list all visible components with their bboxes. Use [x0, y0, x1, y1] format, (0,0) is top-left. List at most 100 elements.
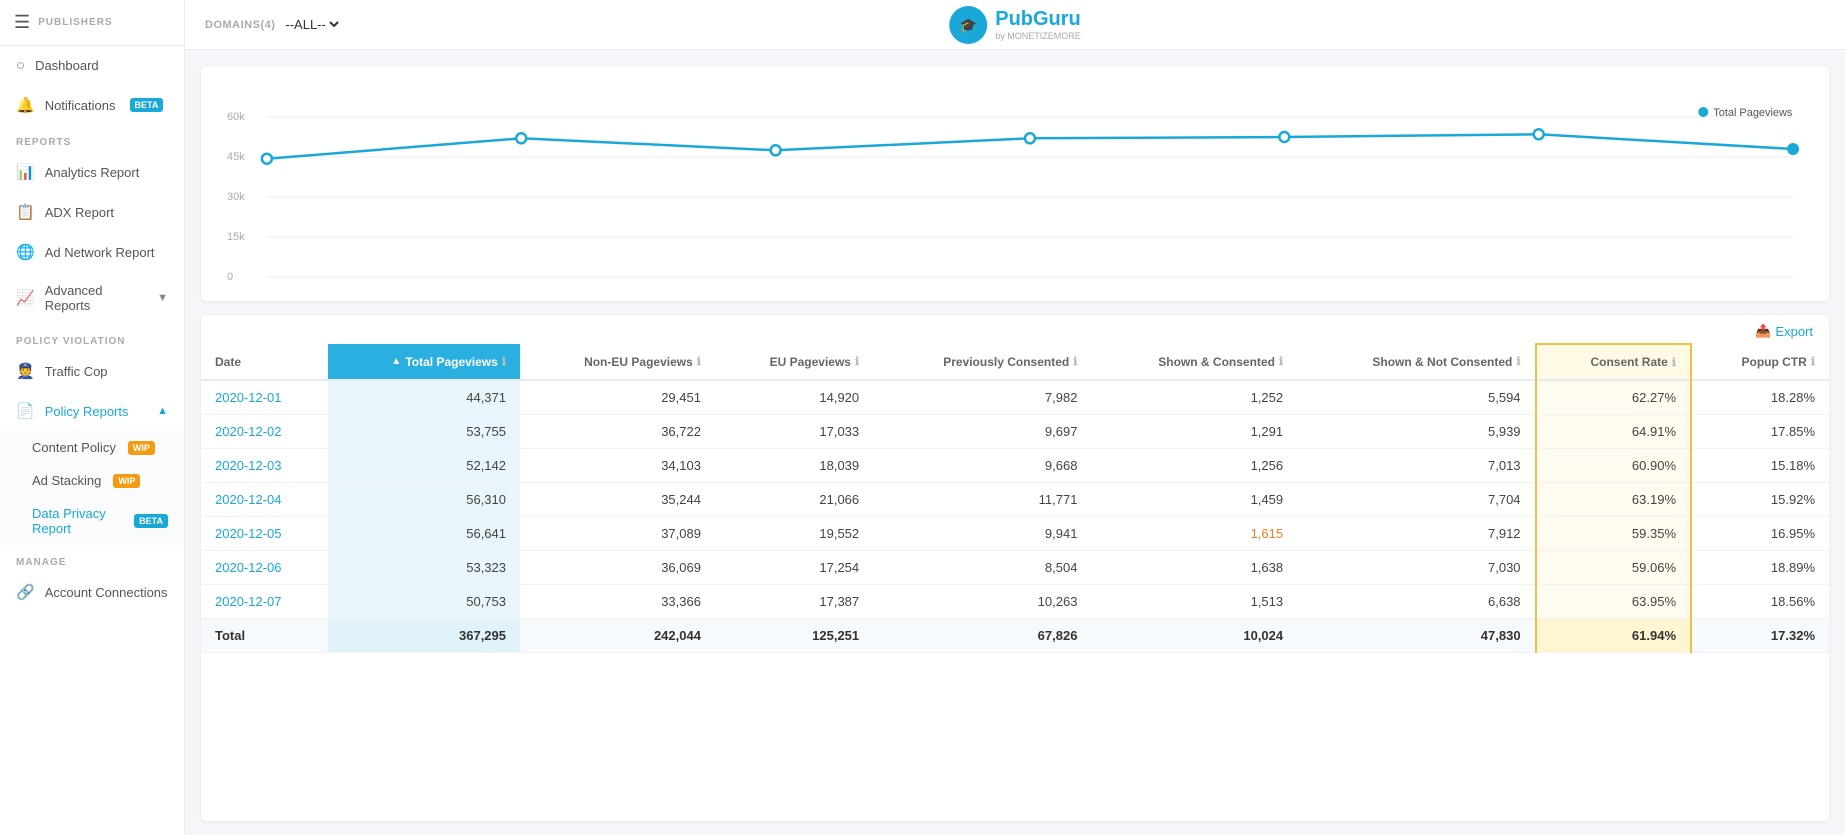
cell-total-eu: 125,251 — [715, 619, 873, 653]
cell-prev-consented: 10,263 — [873, 585, 1091, 619]
chevron-up-icon: ▲ — [157, 405, 168, 417]
sidebar-header: ☰ PUBLISHERS — [0, 0, 184, 46]
pageviews-chart: 0 15k 30k 45k 60k — [217, 82, 1813, 282]
col-prev-consented: Previously Consented ℹ — [873, 344, 1091, 380]
cell-shown-not-consented: 7,704 — [1297, 483, 1535, 517]
domains-select[interactable]: --ALL-- — [281, 16, 342, 33]
cell-popup-ctr: 18.56% — [1691, 585, 1829, 619]
table-row: 2020-12-04 56,310 35,244 21,066 11,771 1… — [201, 483, 1829, 517]
cell-shown-consented: 1,615 — [1091, 517, 1297, 551]
cell-shown-consented: 1,252 — [1091, 380, 1297, 415]
domains-selector[interactable]: DOMAINS(4) --ALL-- — [205, 16, 342, 33]
cell-non-eu-pv: 36,722 — [520, 415, 715, 449]
content-policy-label: Content Policy — [32, 440, 116, 455]
svg-text:30k: 30k — [227, 191, 245, 203]
non-eu-pv-col-label: Non-EU Pageviews — [584, 355, 693, 369]
cell-consent-rate: 59.35% — [1536, 517, 1691, 551]
chevron-down-icon: ▼ — [157, 292, 168, 304]
bell-icon: 🔔 — [16, 96, 35, 114]
sidebar-item-notifications[interactable]: 🔔 Notifications BETA — [0, 85, 184, 125]
cell-total-pv: 53,755 — [328, 415, 520, 449]
sidebar-item-adx[interactable]: 📋 ADX Report — [0, 192, 184, 232]
sidebar-item-account-connections[interactable]: 🔗 Account Connections — [0, 572, 184, 612]
cell-shown-not-consented: 7,030 — [1297, 551, 1535, 585]
trafficcop-icon: 👮 — [16, 362, 35, 380]
info-icon-shown-nc[interactable]: ℹ — [1516, 355, 1520, 368]
cell-date: 2020-12-01 — [201, 380, 328, 415]
popup-ctr-col-label: Popup CTR — [1741, 355, 1806, 369]
cell-non-eu-pv: 36,069 — [520, 551, 715, 585]
advanced-icon: 📈 — [16, 289, 35, 307]
col-total-pv[interactable]: ▲ Total Pageviews ℹ — [328, 344, 520, 380]
sidebar-item-label: Ad Network Report — [45, 245, 155, 260]
cell-total-pv: 52,142 — [328, 449, 520, 483]
sidebar-item-trafficcop[interactable]: 👮 Traffic Cop — [0, 351, 184, 391]
cell-total-shown-not-consented: 47,830 — [1297, 619, 1535, 653]
export-button[interactable]: 📤 Export — [1755, 323, 1813, 339]
wip-badge-2: WIP — [113, 474, 140, 488]
sidebar-item-label: ADX Report — [45, 205, 114, 220]
svg-text:🎓: 🎓 — [960, 17, 977, 34]
col-shown-consented: Shown & Consented ℹ — [1091, 344, 1297, 380]
policy-section-label: POLICY VIOLATION — [0, 324, 184, 351]
cell-popup-ctr: 18.89% — [1691, 551, 1829, 585]
cell-shown-consented: 1,256 — [1091, 449, 1297, 483]
sidebar-item-dashboard[interactable]: ○ Dashboard — [0, 46, 184, 85]
prev-consented-col-label: Previously Consented — [943, 355, 1069, 369]
sidebar-item-data-privacy[interactable]: Data Privacy Report BETA — [0, 497, 184, 545]
col-shown-not-consented: Shown & Not Consented ℹ — [1297, 344, 1535, 380]
sidebar-item-content-policy[interactable]: Content Policy WIP — [0, 431, 184, 464]
beta-badge-2: BETA — [134, 514, 168, 528]
cell-shown-not-consented: 7,912 — [1297, 517, 1535, 551]
manage-section-label: MANAGE — [0, 545, 184, 572]
info-icon-shown-c[interactable]: ℹ — [1279, 355, 1283, 368]
cell-prev-consented: 9,941 — [873, 517, 1091, 551]
col-consent-rate: Consent Rate ℹ — [1536, 344, 1691, 380]
col-date: Date — [201, 344, 328, 380]
table-row: 2020-12-03 52,142 34,103 18,039 9,668 1,… — [201, 449, 1829, 483]
cell-eu-pv: 17,387 — [715, 585, 873, 619]
table-row: 2020-12-07 50,753 33,366 17,387 10,263 1… — [201, 585, 1829, 619]
cell-consent-rate: 60.90% — [1536, 449, 1691, 483]
cell-total-label: Total — [201, 619, 328, 653]
cell-date: 2020-12-04 — [201, 483, 328, 517]
date-col-label: Date — [215, 355, 241, 369]
info-icon-total-pv[interactable]: ℹ — [502, 355, 506, 368]
info-icon-prev[interactable]: ℹ — [1073, 355, 1077, 368]
sidebar-item-advanced[interactable]: 📈 Advanced Reports ▼ — [0, 272, 184, 324]
cell-consent-rate: 59.06% — [1536, 551, 1691, 585]
cell-total-consent-rate: 61.94% — [1536, 619, 1691, 653]
svg-text:15k: 15k — [227, 231, 245, 243]
info-icon-non-eu[interactable]: ℹ — [697, 355, 701, 368]
domains-label: DOMAINS(4) — [205, 19, 275, 31]
cell-prev-consented: 11,771 — [873, 483, 1091, 517]
sidebar-item-ad-stacking[interactable]: Ad Stacking WIP — [0, 464, 184, 497]
total-row: Total 367,295 242,044 125,251 67,826 10,… — [201, 619, 1829, 653]
col-eu-pv: EU Pageviews ℹ — [715, 344, 873, 380]
cell-consent-rate: 63.19% — [1536, 483, 1691, 517]
policy-sub-items: Content Policy WIP Ad Stacking WIP Data … — [0, 431, 184, 545]
export-label: Export — [1775, 324, 1813, 339]
info-icon-consent-rate[interactable]: ℹ — [1672, 356, 1676, 369]
cell-popup-ctr: 18.28% — [1691, 380, 1829, 415]
info-icon-popup-ctr[interactable]: ℹ — [1811, 355, 1815, 368]
cell-date: 2020-12-03 — [201, 449, 328, 483]
cell-consent-rate: 64.91% — [1536, 415, 1691, 449]
sidebar-item-adnetwork[interactable]: 🌐 Ad Network Report — [0, 232, 184, 272]
logo-pubguru: PubGuru — [995, 8, 1081, 31]
sidebar-item-label: Notifications — [45, 98, 116, 113]
hamburger-icon[interactable]: ☰ — [14, 12, 30, 33]
sidebar-item-policy-reports[interactable]: 📄 Policy Reports ▲ — [0, 391, 184, 431]
cell-non-eu-pv: 35,244 — [520, 483, 715, 517]
analytics-icon: 📊 — [16, 163, 35, 181]
table-header-row: Date ▲ Total Pageviews ℹ — [201, 344, 1829, 380]
main-content: DOMAINS(4) --ALL-- 🎓 PubGuru by MONETIZE… — [185, 0, 1845, 835]
pubguru-logo-svg: 🎓 — [955, 12, 981, 38]
cell-consent-rate: 62.27% — [1536, 380, 1691, 415]
info-icon-eu[interactable]: ℹ — [855, 355, 859, 368]
policy-reports-icon: 📄 — [16, 402, 35, 420]
cell-eu-pv: 18,039 — [715, 449, 873, 483]
cell-total-pv: 53,323 — [328, 551, 520, 585]
sidebar-item-analytics[interactable]: 📊 Analytics Report — [0, 152, 184, 192]
logo-area: 🎓 PubGuru by MONETIZEMORE — [949, 6, 1081, 44]
